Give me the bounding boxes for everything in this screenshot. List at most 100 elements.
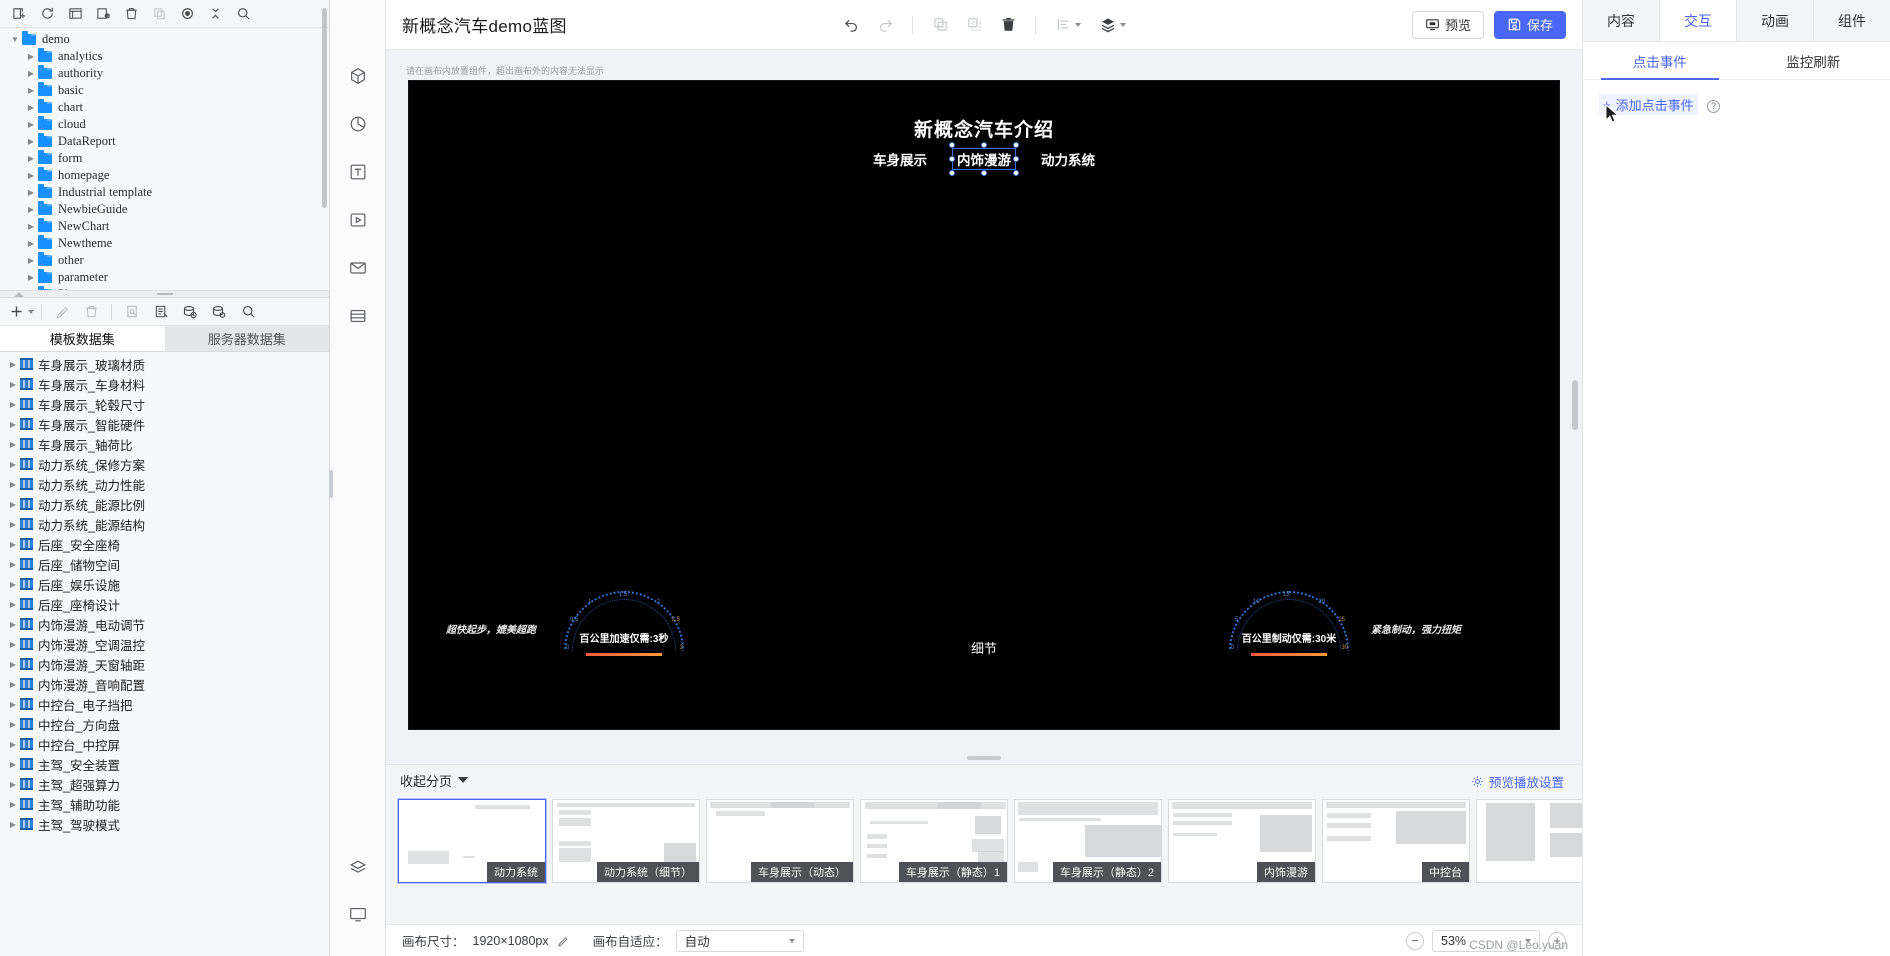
dataset-item[interactable]: ▶ 内饰漫游_音响配置 [0,674,329,694]
delete-icon[interactable] [118,2,144,26]
file-tree[interactable]: ▼ demo ▶ analytics ▶ authority ▶ basic ▶ chart ▶ cl… [0,28,329,290]
text-icon[interactable] [342,156,374,188]
chevron-right-icon[interactable]: ▶ [6,760,20,769]
canvas-title-text[interactable]: 新概念汽车介绍 [409,115,1559,142]
chevron-right-icon[interactable]: ▶ [6,780,20,789]
file-tree-scrollbar[interactable] [322,8,327,208]
tree-item-chart[interactable]: ▶ chart [0,99,329,116]
design-canvas[interactable]: 新概念汽车介绍 车身展示 内饰漫游 动力系统 细节 0 0.5 1 1.5 2 2.… [409,81,1559,729]
dataset-tab-server[interactable]: 服务器数据集 [164,326,329,351]
copy-icon[interactable] [146,2,172,26]
dataset-item[interactable]: ▶ 内饰漫游_电动调节 [0,614,329,634]
resize-handle-tr[interactable] [1013,142,1019,148]
components-icon[interactable] [342,60,374,92]
canvas-nav-item-0[interactable]: 车身展示 [873,149,927,169]
save-button[interactable]: 保存 [1493,10,1566,39]
chevron-right-icon[interactable]: ▶ [6,720,20,729]
layers-icon[interactable] [342,852,374,884]
rename-icon[interactable] [62,2,88,26]
right-subtab-1[interactable]: 监控刷新 [1737,42,1890,79]
tree-item-newtheme[interactable]: ▶ Newtheme [0,235,329,252]
chevron-right-icon[interactable]: ▶ [6,360,20,369]
help-icon[interactable]: ? [1706,99,1720,113]
right-subtab-0[interactable]: 点击事件 [1583,42,1737,80]
dataset-item[interactable]: ▶ 车身展示_车身材料 [0,374,329,394]
chevron-down-icon[interactable] [27,309,34,314]
delete-icon[interactable] [993,11,1023,39]
align-icon[interactable] [1048,11,1088,39]
tree-item-homepage[interactable]: ▶ homepage [0,167,329,184]
pages-panel-resize-grip[interactable] [967,756,1001,760]
page-thumbnail[interactable] [1476,799,1582,883]
page-thumbnail[interactable]: 车身展示（动态） [706,799,854,883]
edit-canvas-size-icon[interactable] [557,935,569,947]
dataset-tab-template[interactable]: 模板数据集 [0,326,165,351]
chevron-right-icon[interactable]: ▶ [24,86,38,95]
copy-icon[interactable] [925,11,955,39]
redo-icon[interactable] [870,11,900,39]
delete-dataset-icon[interactable] [78,300,104,324]
right-tab-1[interactable]: 交互 [1660,0,1737,41]
search-icon[interactable] [230,2,256,26]
chevron-right-icon[interactable]: ▶ [24,120,38,129]
new-folder-icon[interactable] [6,2,32,26]
chart-icon[interactable] [342,108,374,140]
refresh-icon[interactable] [34,2,60,26]
tree-item-other[interactable]: ▶ other [0,252,329,269]
chevron-right-icon[interactable]: ▶ [24,103,38,112]
right-tab-0[interactable]: 内容 [1583,0,1660,41]
dataset-item[interactable]: ▶ 主驾_超强算力 [0,774,329,794]
dataset-list[interactable]: ▶ 车身展示_玻璃材质 ▶ 车身展示_车身材料 ▶ 车身展示_轮毂尺寸 ▶ 车身展示_智能硬件… [0,352,329,956]
zoom-out-button[interactable]: − [1406,931,1424,950]
chevron-right-icon[interactable]: ▶ [6,640,20,649]
chevron-right-icon[interactable]: ▶ [6,460,20,469]
tree-item-parameter[interactable]: ▶ parameter [0,269,329,286]
chevron-right-icon[interactable]: ▶ [6,580,20,589]
preview-play-settings-button[interactable]: 预览播放设置 [1471,772,1564,791]
tree-item-datareport[interactable]: ▶ DataReport [0,133,329,150]
canvas-fit-select[interactable]: 自动 [675,929,804,952]
resize-handle-ml[interactable] [949,156,955,162]
canvas-center-label[interactable]: 细节 [971,638,997,657]
undo-icon[interactable] [836,11,866,39]
dataset-item[interactable]: ▶ 后座_储物空间 [0,554,329,574]
tree-item-cloud[interactable]: ▶ cloud [0,116,329,133]
chevron-right-icon[interactable]: ▶ [6,660,20,669]
dataset-item[interactable]: ▶ 后座_座椅设计 [0,594,329,614]
screen-icon[interactable] [342,898,374,930]
paste-icon[interactable] [959,11,989,39]
dataset-item[interactable]: ▶ 动力系统_能源结构 [0,514,329,534]
right-tab-3[interactable]: 组件 [1814,0,1890,41]
tree-item-authority[interactable]: ▶ authority [0,65,329,82]
dataset-item[interactable]: ▶ 内饰漫游_空调温控 [0,634,329,654]
collapse-tree-icon[interactable] [14,292,24,297]
chevron-right-icon[interactable]: ▶ [6,520,20,529]
page-thumbnail[interactable]: 动力系统（细节） [552,799,700,883]
chevron-right-icon[interactable]: ▶ [6,400,20,409]
layer-order-icon[interactable] [1092,11,1132,39]
chevron-right-icon[interactable]: ▶ [6,560,20,569]
canvas-nav-item-2[interactable]: 动力系统 [1041,149,1095,169]
page-thumbnail[interactable]: 动力系统 [397,798,547,884]
db-settings-icon[interactable] [206,300,232,324]
tree-item-basic[interactable]: ▶ basic [0,82,329,99]
canvas-vertical-scrollbar[interactable] [1572,380,1578,430]
dataset-item[interactable]: ▶ 动力系统_能源比例 [0,494,329,514]
resize-handle-tc[interactable] [981,142,987,148]
dataset-item[interactable]: ▶ 车身展示_智能硬件 [0,414,329,434]
tree-item-analytics[interactable]: ▶ analytics [0,48,329,65]
chevron-right-icon[interactable]: ▶ [24,273,38,282]
tree-item-form[interactable]: ▶ form [0,150,329,167]
search-dataset-icon[interactable] [235,300,261,324]
left-panel-drag-handle[interactable] [329,470,333,498]
chevron-right-icon[interactable]: ▶ [24,205,38,214]
table-icon[interactable] [342,300,374,332]
collapse-all-icon[interactable] [202,2,228,26]
tree-item-newchart[interactable]: ▶ NewChart [0,218,329,235]
locate-icon[interactable] [174,2,200,26]
pages-thumbnail-strip[interactable]: 动力系统 动力系统（细节） 车身展示（动态） 车身展示（静态）1 车身展示（静态）2 内饰… [386,795,1582,924]
left-gauge-widget[interactable]: 0 0.5 1 1.5 2 2.5 3 百公里加速仅需:3秒 超快起步，媲美超跑 [446,591,684,656]
chevron-right-icon[interactable]: ▶ [24,188,38,197]
chevron-right-icon[interactable]: ▶ [6,420,20,429]
dataset-item[interactable]: ▶ 内饰漫游_天窗轴距 [0,654,329,674]
